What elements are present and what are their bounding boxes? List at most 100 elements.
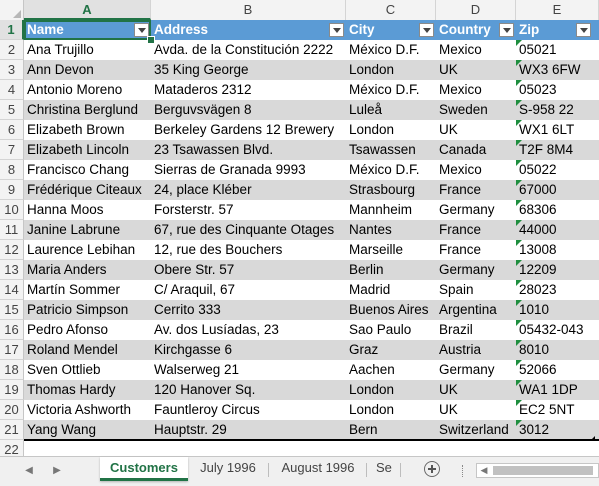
country-cell[interactable]: Mexico bbox=[436, 80, 516, 100]
city-cell[interactable]: London bbox=[346, 60, 436, 80]
row-header[interactable]: 14 bbox=[0, 280, 24, 300]
name-cell[interactable]: Ann Devon bbox=[24, 60, 151, 80]
name-cell[interactable]: Maria Anders bbox=[24, 260, 151, 280]
zip-cell[interactable]: 52066 bbox=[516, 360, 599, 380]
row-header[interactable]: 21 bbox=[0, 420, 24, 440]
address-cell[interactable]: Av. dos Lusíadas, 23 bbox=[151, 320, 346, 340]
filter-dropdown-icon[interactable] bbox=[134, 23, 149, 37]
country-cell[interactable]: Argentina bbox=[436, 300, 516, 320]
zip-cell[interactable]: 8010 bbox=[516, 340, 599, 360]
address-cell[interactable]: C/ Araquil, 67 bbox=[151, 280, 346, 300]
column-header-d[interactable]: D bbox=[436, 0, 516, 20]
city-cell[interactable]: London bbox=[346, 380, 436, 400]
fill-handle[interactable] bbox=[147, 36, 155, 44]
zip-cell[interactable]: 05432-043 bbox=[516, 320, 599, 340]
zip-cell[interactable]: 67000 bbox=[516, 180, 599, 200]
city-cell[interactable]: Graz bbox=[346, 340, 436, 360]
row-header[interactable]: 4 bbox=[0, 80, 24, 100]
country-cell[interactable]: Austria bbox=[436, 340, 516, 360]
country-cell[interactable]: France bbox=[436, 220, 516, 240]
address-cell[interactable]: 23 Tsawassen Blvd. bbox=[151, 140, 346, 160]
country-cell[interactable]: UK bbox=[436, 120, 516, 140]
city-cell[interactable]: Aachen bbox=[346, 360, 436, 380]
address-cell[interactable]: Mataderos 2312 bbox=[151, 80, 346, 100]
address-cell[interactable]: Sierras de Granada 9993 bbox=[151, 160, 346, 180]
country-cell[interactable]: Mexico bbox=[436, 160, 516, 180]
zip-cell[interactable]: 13008 bbox=[516, 240, 599, 260]
country-cell[interactable]: Brazil bbox=[436, 320, 516, 340]
name-cell[interactable]: Laurence Lebihan bbox=[24, 240, 151, 260]
row-header[interactable]: 15 bbox=[0, 300, 24, 320]
row-header[interactable]: 13 bbox=[0, 260, 24, 280]
address-cell[interactable]: 24, place Kléber bbox=[151, 180, 346, 200]
name-cell[interactable]: Frédérique Citeaux bbox=[24, 180, 151, 200]
row-header[interactable]: 3 bbox=[0, 60, 24, 80]
zip-cell[interactable]: WA1 1DP bbox=[516, 380, 599, 400]
city-cell[interactable]: Tsawassen bbox=[346, 140, 436, 160]
name-cell[interactable]: Roland Mendel bbox=[24, 340, 151, 360]
table-resize-handle[interactable] bbox=[590, 436, 595, 441]
country-cell[interactable]: France bbox=[436, 180, 516, 200]
filter-dropdown-icon[interactable] bbox=[419, 23, 434, 37]
address-cell[interactable]: Kirchgasse 6 bbox=[151, 340, 346, 360]
name-cell[interactable]: Ana Trujillo bbox=[24, 40, 151, 60]
zip-cell[interactable]: T2F 8M4 bbox=[516, 140, 599, 160]
column-header-a[interactable]: A bbox=[24, 0, 151, 20]
name-cell[interactable]: Martín Sommer bbox=[24, 280, 151, 300]
address-cell[interactable]: Berkeley Gardens 12 Brewery bbox=[151, 120, 346, 140]
country-cell[interactable]: UK bbox=[436, 380, 516, 400]
country-cell[interactable]: Mexico bbox=[436, 40, 516, 60]
name-cell[interactable]: Victoria Ashworth bbox=[24, 400, 151, 420]
country-cell[interactable]: Germany bbox=[436, 260, 516, 280]
zip-cell[interactable]: EC2 5NT bbox=[516, 400, 599, 420]
country-cell[interactable]: Spain bbox=[436, 280, 516, 300]
next-sheet-icon[interactable]: ▶ bbox=[52, 465, 62, 477]
name-cell[interactable]: Sven Ottlieb bbox=[24, 360, 151, 380]
zip-cell[interactable]: 3012 bbox=[516, 420, 599, 440]
name-cell[interactable]: Elizabeth Brown bbox=[24, 120, 151, 140]
tab-august-1996[interactable]: August 1996 bbox=[272, 457, 364, 481]
zip-cell[interactable]: 44000 bbox=[516, 220, 599, 240]
address-cell[interactable]: Walserweg 21 bbox=[151, 360, 346, 380]
zip-cell[interactable]: S-958 22 bbox=[516, 100, 599, 120]
scroll-left-icon[interactable]: ◀ bbox=[477, 464, 491, 477]
city-cell[interactable]: Buenos Aires bbox=[346, 300, 436, 320]
row-header[interactable]: 5 bbox=[0, 100, 24, 120]
row-header[interactable]: 12 bbox=[0, 240, 24, 260]
city-cell[interactable]: London bbox=[346, 120, 436, 140]
row-header[interactable]: 16 bbox=[0, 320, 24, 340]
address-cell[interactable]: 67, rue des Cinquante Otages bbox=[151, 220, 346, 240]
city-cell[interactable]: London bbox=[346, 400, 436, 420]
address-cell[interactable]: Avda. de la Constitución 2222 bbox=[151, 40, 346, 60]
add-sheet-icon[interactable] bbox=[424, 461, 440, 477]
country-cell[interactable]: Canada bbox=[436, 140, 516, 160]
row-header[interactable]: 22 bbox=[0, 440, 24, 456]
name-cell[interactable]: Elizabeth Lincoln bbox=[24, 140, 151, 160]
name-cell[interactable]: Christina Berglund bbox=[24, 100, 151, 120]
city-cell[interactable]: México D.F. bbox=[346, 160, 436, 180]
row-header[interactable]: 1 bbox=[0, 20, 24, 40]
horizontal-scrollbar[interactable]: ◀ bbox=[476, 463, 599, 478]
tab-customers[interactable]: Customers bbox=[100, 457, 188, 481]
name-cell[interactable]: Janine Labrune bbox=[24, 220, 151, 240]
zip-cell[interactable]: 68306 bbox=[516, 200, 599, 220]
row-header[interactable]: 20 bbox=[0, 400, 24, 420]
row-header[interactable]: 9 bbox=[0, 180, 24, 200]
city-cell[interactable]: Bern bbox=[346, 420, 436, 440]
row-header[interactable]: 19 bbox=[0, 380, 24, 400]
address-cell[interactable]: Berguvsvägen 8 bbox=[151, 100, 346, 120]
address-cell[interactable]: 120 Hanover Sq. bbox=[151, 380, 346, 400]
city-cell[interactable]: Strasbourg bbox=[346, 180, 436, 200]
name-cell[interactable]: Patricio Simpson bbox=[24, 300, 151, 320]
city-cell[interactable]: Sao Paulo bbox=[346, 320, 436, 340]
select-all-corner[interactable] bbox=[0, 0, 24, 20]
address-cell[interactable]: Forsterstr. 57 bbox=[151, 200, 346, 220]
city-cell[interactable]: Luleå bbox=[346, 100, 436, 120]
row-header[interactable]: 10 bbox=[0, 200, 24, 220]
address-cell[interactable]: Cerrito 333 bbox=[151, 300, 346, 320]
city-cell[interactable]: Berlin bbox=[346, 260, 436, 280]
address-cell[interactable]: 35 King George bbox=[151, 60, 346, 80]
scrollbar-thumb[interactable] bbox=[493, 466, 593, 475]
filter-dropdown-icon[interactable] bbox=[329, 23, 344, 37]
row-header[interactable]: 17 bbox=[0, 340, 24, 360]
